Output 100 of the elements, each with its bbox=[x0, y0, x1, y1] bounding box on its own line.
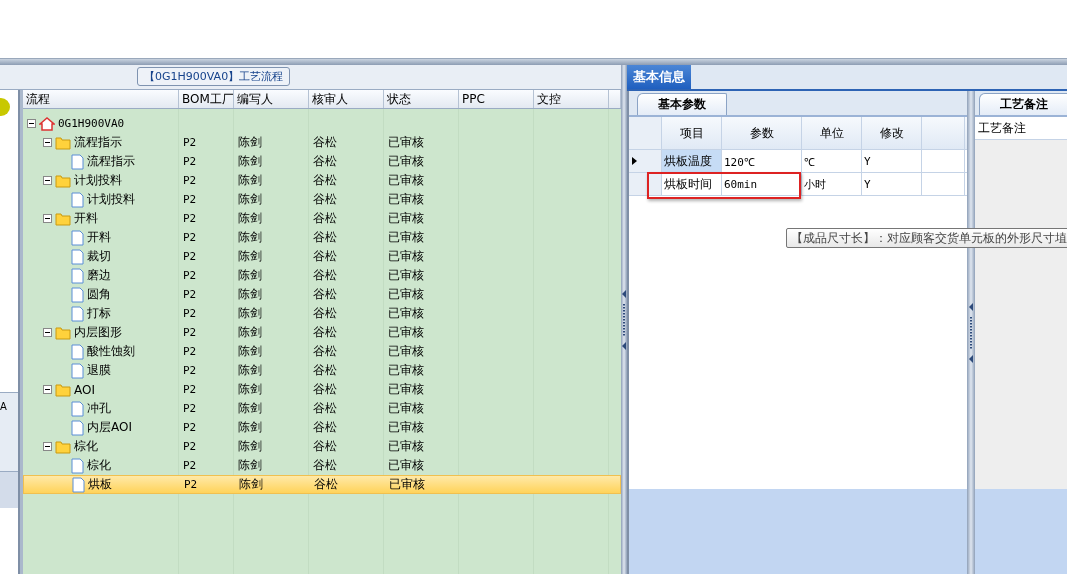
column-header[interactable]: 编写人 bbox=[234, 90, 309, 108]
table-cell-text: P2 bbox=[182, 250, 198, 263]
node-label: 计划投料 bbox=[74, 172, 122, 189]
table-cell-text: 陈剑 bbox=[237, 210, 263, 227]
table-cell-text: 已审核 bbox=[387, 229, 425, 246]
table-cell-text: 陈剑 bbox=[237, 381, 263, 398]
collapse-toggle[interactable] bbox=[43, 442, 52, 451]
column-header[interactable]: 项目 bbox=[662, 117, 722, 149]
node-label: 内层AOI bbox=[87, 419, 132, 436]
table-cell-text: 谷松 bbox=[312, 400, 338, 417]
table-cell-text: 谷松 bbox=[312, 229, 338, 246]
panel-tab[interactable]: 基本参数 bbox=[637, 93, 727, 115]
node-label: 冲孔 bbox=[87, 400, 111, 417]
side-panel-header: A bbox=[0, 392, 18, 472]
splitter-grip-icon[interactable] bbox=[621, 290, 627, 350]
node-label: 开料 bbox=[74, 210, 98, 227]
table-cell-text: P2 bbox=[182, 212, 198, 225]
tree-row[interactable]: 内层图形 P2 陈剑 谷松 已审核 bbox=[23, 323, 621, 342]
collapse-toggle[interactable] bbox=[43, 385, 52, 394]
tree-row[interactable]: 计划投料 P2 陈剑 谷松 已审核 bbox=[23, 171, 621, 190]
column-header[interactable]: BOM工厂 bbox=[179, 90, 234, 108]
table-cell-text: P2 bbox=[182, 231, 198, 244]
tree-row[interactable]: 开料 P2 陈剑 谷松 已审核 bbox=[23, 209, 621, 228]
node-label: 内层图形 bbox=[74, 324, 122, 341]
table-cell-text: 谷松 bbox=[312, 191, 338, 208]
table-cell-text: 谷松 bbox=[312, 381, 338, 398]
table-cell-text: P2 bbox=[182, 364, 198, 377]
tree-row[interactable]: 开料 P2 陈剑 谷松 已审核 bbox=[23, 228, 621, 247]
grid-row[interactable]: 烘板时间 60min 小时 Y bbox=[629, 173, 967, 196]
tree-row[interactable]: 流程指示 P2 陈剑 谷松 已审核 bbox=[23, 152, 621, 171]
table-cell[interactable]: Y bbox=[862, 173, 922, 195]
tree-row[interactable]: 酸性蚀刻 P2 陈剑 谷松 已审核 bbox=[23, 342, 621, 361]
collapse-toggle[interactable] bbox=[43, 214, 52, 223]
table-cell-text: 已审核 bbox=[387, 381, 425, 398]
node-label: 退膜 bbox=[87, 362, 111, 379]
tree-row[interactable]: AOI P2 陈剑 谷松 已审核 bbox=[23, 380, 621, 399]
tree-row[interactable]: 裁切 P2 陈剑 谷松 已审核 bbox=[23, 247, 621, 266]
tree-row[interactable]: 冲孔 P2 陈剑 谷松 已审核 bbox=[23, 399, 621, 418]
table-cell-text: 已审核 bbox=[387, 210, 425, 227]
tree-row[interactable]: 流程指示 P2 陈剑 谷松 已审核 bbox=[23, 133, 621, 152]
column-header[interactable]: 单位 bbox=[802, 117, 862, 149]
document-icon bbox=[71, 343, 84, 360]
collapse-toggle[interactable] bbox=[43, 176, 52, 185]
column-header[interactable]: 核审人 bbox=[309, 90, 384, 108]
table-cell-text: 陈剑 bbox=[237, 267, 263, 284]
tree-row[interactable]: 磨边 P2 陈剑 谷松 已审核 bbox=[23, 266, 621, 285]
node-label: 磨边 bbox=[87, 267, 111, 284]
tab[interactable]: 基本信息 bbox=[627, 65, 691, 89]
table-cell-text: 谷松 bbox=[313, 476, 339, 493]
node-label: AOI bbox=[74, 382, 95, 397]
table-cell[interactable]: 60min bbox=[722, 173, 802, 195]
table-cell-text: 已审核 bbox=[387, 438, 425, 455]
collapse-toggle[interactable] bbox=[43, 328, 52, 337]
table-cell-text: 谷松 bbox=[312, 153, 338, 170]
document-icon bbox=[71, 362, 84, 379]
tree-row[interactable]: 棕化 P2 陈剑 谷松 已审核 bbox=[23, 456, 621, 475]
grid-row[interactable]: 烘板温度 120℃ ℃ Y bbox=[629, 150, 967, 173]
table-cell[interactable]: 小时 bbox=[802, 173, 862, 195]
tree-row[interactable]: 0G1H900VA0 bbox=[23, 114, 621, 133]
splitter-grip-icon[interactable] bbox=[968, 303, 974, 363]
table-cell[interactable]: 烘板时间 bbox=[662, 173, 722, 195]
column-header[interactable]: 流程 bbox=[23, 90, 179, 108]
collapse-toggle[interactable] bbox=[27, 119, 36, 128]
node-label: 流程指示 bbox=[74, 134, 122, 151]
table-cell[interactable]: Y bbox=[862, 150, 922, 172]
column-header[interactable]: 参数 bbox=[722, 117, 802, 149]
table-cell-text: 陈剑 bbox=[237, 305, 263, 322]
panel-tab[interactable]: 工艺备注 bbox=[979, 93, 1067, 115]
table-cell-text: P2 bbox=[182, 459, 198, 472]
tree-row[interactable]: 打标 P2 陈剑 谷松 已审核 bbox=[23, 304, 621, 323]
folder-icon bbox=[55, 135, 71, 150]
table-cell-text: 已审核 bbox=[387, 286, 425, 303]
column-header[interactable]: 状态 bbox=[384, 90, 459, 108]
panel-title: 【0G1H900VA0】工艺流程 bbox=[137, 67, 291, 86]
column-header[interactable]: 修改 bbox=[862, 117, 922, 149]
table-cell-text: 陈剑 bbox=[237, 438, 263, 455]
node-label: 酸性蚀刻 bbox=[87, 343, 135, 360]
table-cell-text: 已审核 bbox=[387, 248, 425, 265]
tree-row[interactable]: 棕化 P2 陈剑 谷松 已审核 bbox=[23, 437, 621, 456]
tree-row[interactable]: 计划投料 P2 陈剑 谷松 已审核 bbox=[23, 190, 621, 209]
table-cell-text: 谷松 bbox=[312, 210, 338, 227]
tree-row[interactable]: 圆角 P2 陈剑 谷松 已审核 bbox=[23, 285, 621, 304]
node-label: 棕化 bbox=[87, 457, 111, 474]
table-cell[interactable]: 烘板温度 bbox=[662, 150, 722, 172]
table-cell[interactable]: 120℃ bbox=[722, 150, 802, 172]
table-cell-text: 谷松 bbox=[312, 324, 338, 341]
table-cell-text: 陈剑 bbox=[238, 476, 264, 493]
row-header[interactable] bbox=[629, 150, 662, 172]
tree-row[interactable]: 内层AOI P2 陈剑 谷松 已审核 bbox=[23, 418, 621, 437]
tree-row[interactable]: 退膜 P2 陈剑 谷松 已审核 bbox=[23, 361, 621, 380]
document-icon bbox=[71, 400, 84, 417]
column-header[interactable]: 文控 bbox=[534, 90, 609, 108]
collapse-toggle[interactable] bbox=[43, 138, 52, 147]
tree-row[interactable]: 烘板 P2 陈剑 谷松 已审核 bbox=[23, 475, 621, 494]
table-cell-text: 谷松 bbox=[312, 286, 338, 303]
node-label: 打标 bbox=[87, 305, 111, 322]
column-header[interactable]: PPC bbox=[459, 90, 534, 108]
table-cell[interactable]: ℃ bbox=[802, 150, 862, 172]
document-icon bbox=[72, 476, 85, 493]
table-cell-text: 陈剑 bbox=[237, 457, 263, 474]
